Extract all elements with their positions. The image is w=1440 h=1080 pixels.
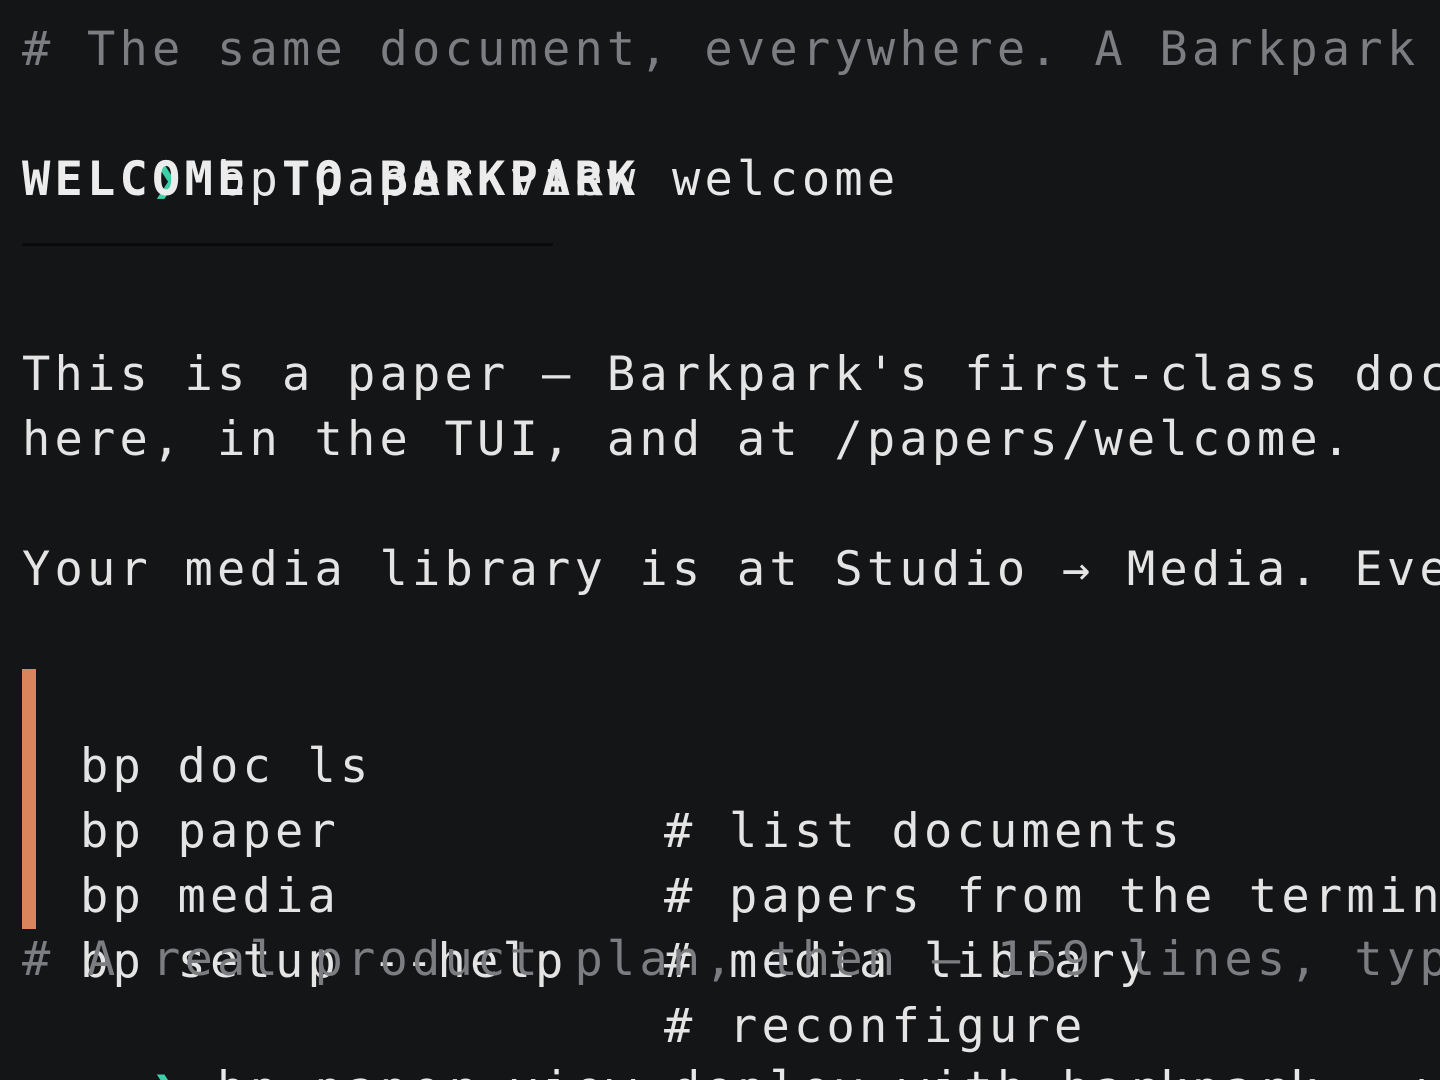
- terminal-window[interactable]: # The same document, everywhere. A Barkp…: [22, 0, 1440, 1080]
- heading-underline-rule: [22, 243, 553, 246]
- code-row: bp setup --help # reconfigure: [80, 864, 1082, 1054]
- paragraph-line: here, in the TUI, and at /papers/welcome…: [22, 412, 1355, 467]
- code-row: bp doc ls # list documents: [80, 669, 1180, 859]
- code-comment: # list documents: [664, 804, 1184, 859]
- code-block: bp doc ls # list documents bp paper # pa…: [22, 669, 1440, 1054]
- prompt-line-deploy[interactable]: ❯ bp paper view deploy-with-barkpark --w…: [22, 992, 1440, 1080]
- comment-line-document-everywhere: # The same document, everywhere. A Barkp…: [22, 22, 1420, 77]
- command-input-text[interactable]: bp paper view deploy-with-barkpark --wid…: [217, 1062, 1440, 1080]
- paragraph-line: This is a paper — Barkpark's first-class…: [22, 347, 1440, 402]
- paper-heading: WELCOME TO BARKPARK: [22, 152, 640, 207]
- code-row: bp paper # papers from the terminal: [80, 734, 1440, 924]
- prompt-chevron-icon: ❯: [152, 1062, 185, 1080]
- code-row: bp media # media library: [80, 799, 1147, 989]
- code-comment: # papers from the terminal: [664, 869, 1440, 924]
- comment-line-product-plan: # A real product plan, then — 159 lines,…: [22, 932, 1440, 987]
- prompt-line-view-welcome: ❯ bp paper view welcome: [22, 82, 899, 207]
- paragraph-line: Your media library is at Studio → Media.…: [22, 542, 1440, 597]
- code-block-accent-bar: [22, 669, 36, 929]
